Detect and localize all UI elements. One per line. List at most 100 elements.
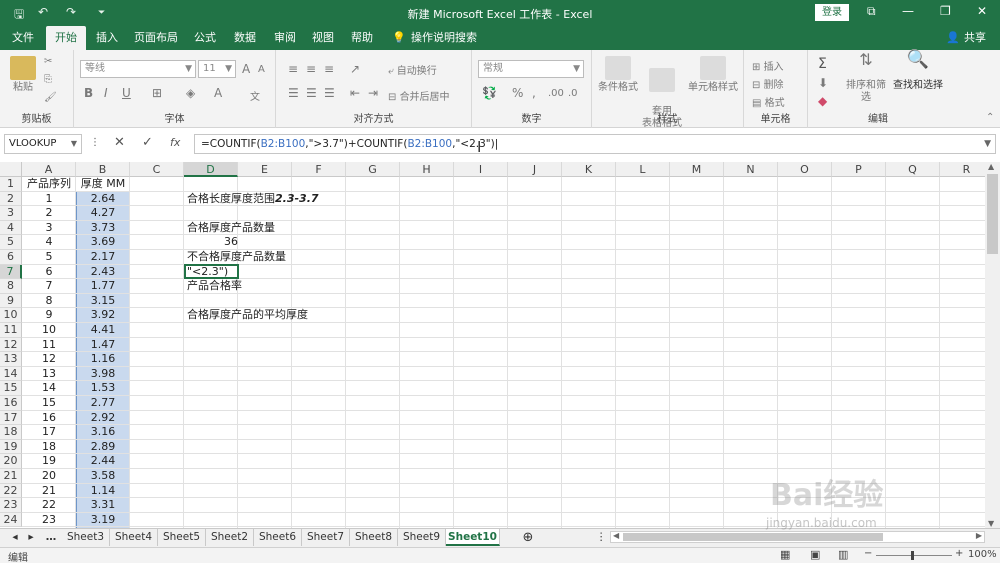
more-sheets-icon[interactable]: … — [42, 529, 60, 546]
column-header-m[interactable]: M — [670, 162, 724, 177]
cell-b23[interactable]: 3.31 — [76, 498, 130, 513]
row-header-23[interactable]: 23 — [0, 498, 22, 513]
cell-a13[interactable]: 12 — [23, 352, 75, 367]
fill-icon[interactable]: ⬇ — [818, 76, 828, 90]
sheet-tab-sheet6[interactable]: Sheet6 — [254, 529, 302, 546]
cell-b17[interactable]: 2.92 — [76, 411, 130, 426]
share-button[interactable]: 共享 — [960, 26, 990, 50]
cell-a20[interactable]: 19 — [23, 454, 75, 469]
cell-a17[interactable]: 16 — [23, 411, 75, 426]
column-header-d[interactable]: D — [184, 162, 238, 177]
cell-a11[interactable]: 10 — [23, 323, 75, 338]
cell-b12[interactable]: 1.47 — [76, 338, 130, 353]
cell-b8[interactable]: 1.77 — [76, 279, 130, 294]
cell-a8[interactable]: 7 — [23, 279, 75, 294]
wrap-text-button[interactable]: ⤶ 自动换行 — [388, 62, 437, 77]
sheet-tab-sheet8[interactable]: Sheet8 — [350, 529, 398, 546]
cell-d10[interactable]: 合格厚度产品的平均厚度 — [187, 308, 308, 323]
row-header-6[interactable]: 6 — [0, 250, 22, 265]
align-right-icon[interactable]: ☰ — [324, 86, 335, 100]
align-middle-icon[interactable]: ≡ — [306, 62, 316, 76]
borders-icon[interactable]: ⊞ — [152, 86, 162, 100]
zoom-in-icon[interactable]: + — [955, 548, 963, 559]
vertical-scroll-thumb[interactable] — [987, 174, 998, 254]
conditional-formatting-button[interactable]: 条件格式 — [596, 56, 640, 94]
cell-a12[interactable]: 11 — [23, 338, 75, 353]
cell-b5[interactable]: 3.69 — [76, 235, 130, 250]
sheet-tab-sheet7[interactable]: Sheet7 — [302, 529, 350, 546]
row-header-13[interactable]: 13 — [0, 352, 22, 367]
format-painter-icon[interactable]: 🖌 — [44, 92, 57, 103]
cell-a24[interactable]: 23 — [23, 513, 75, 528]
align-left-icon[interactable]: ☰ — [288, 86, 299, 100]
cell-d2[interactable]: 合格长度厚度范围2.3-3.7 — [187, 192, 319, 207]
cell-styles-button[interactable]: 单元格样式 — [686, 56, 740, 94]
insert-function-icon[interactable]: fx — [170, 136, 180, 149]
cell-d4[interactable]: 合格厚度产品数量 — [187, 221, 275, 236]
fill-color-icon[interactable]: ◈ — [186, 86, 195, 100]
cell-b7[interactable]: 2.43 — [76, 265, 130, 280]
tab-home[interactable]: 开始 — [46, 26, 86, 50]
normal-view-icon[interactable]: ▦ — [780, 548, 790, 561]
cell-b2[interactable]: 2.64 — [76, 192, 130, 207]
cell-b18[interactable]: 3.16 — [76, 425, 130, 440]
name-box[interactable]: VLOOKUP ▼ — [4, 134, 82, 154]
bold-button[interactable]: B — [84, 86, 93, 100]
phonetic-icon[interactable]: 文 — [250, 88, 260, 103]
column-header-l[interactable]: L — [616, 162, 670, 177]
cell-a2[interactable]: 1 — [23, 192, 75, 207]
login-button[interactable]: 登录 — [815, 4, 849, 21]
column-header-i[interactable]: I — [454, 162, 508, 177]
cell-b6[interactable]: 2.17 — [76, 250, 130, 265]
sheet-tab-sheet4[interactable]: Sheet4 — [110, 529, 158, 546]
tab-file[interactable]: 文件 — [6, 26, 40, 50]
comma-button[interactable]: , — [532, 86, 536, 100]
cell-d8[interactable]: 产品合格率 — [187, 279, 242, 294]
number-format-combo[interactable]: 常规 ▼ — [478, 60, 584, 78]
cell-b14[interactable]: 3.98 — [76, 367, 130, 382]
insert-cells-button[interactable]: ⊞ 插入 — [752, 58, 784, 73]
scroll-up-icon[interactable]: ▲ — [988, 162, 994, 171]
row-header-12[interactable]: 12 — [0, 337, 22, 353]
tab-page-layout[interactable]: 页面布局 — [130, 26, 182, 50]
cell-a9[interactable]: 8 — [23, 294, 75, 309]
currency-icon[interactable]: 💱 — [482, 86, 497, 100]
tab-help[interactable]: 帮助 — [345, 26, 379, 50]
column-header-p[interactable]: P — [832, 162, 886, 177]
cell-b13[interactable]: 1.16 — [76, 352, 130, 367]
row-header-15[interactable]: 15 — [0, 381, 22, 396]
cell-b9[interactable]: 3.15 — [76, 294, 130, 309]
scroll-right-icon[interactable]: ▶ — [976, 531, 982, 540]
row-header-5[interactable]: 5 — [0, 235, 22, 250]
cell-a18[interactable]: 17 — [23, 425, 75, 440]
underline-button[interactable]: U — [122, 86, 131, 100]
split-handle-icon[interactable]: ⋮ — [596, 529, 607, 546]
cell-a19[interactable]: 18 — [23, 440, 75, 455]
row-header-2[interactable]: 2 — [0, 191, 22, 207]
cell-a1[interactable]: 产品序列 — [23, 177, 75, 192]
expand-formula-icon[interactable]: ▼ — [984, 135, 991, 153]
cell-a5[interactable]: 4 — [23, 235, 75, 250]
merge-center-button[interactable]: ⊟ 合并后居中 — [388, 88, 450, 103]
cell-a21[interactable]: 20 — [23, 469, 75, 484]
align-center-icon[interactable]: ☰ — [306, 86, 317, 100]
row-header-18[interactable]: 18 — [0, 425, 22, 440]
cell-a14[interactable]: 13 — [23, 367, 75, 382]
find-select-button[interactable]: 🔍 查找和选择 — [892, 51, 944, 92]
cell-b20[interactable]: 2.44 — [76, 454, 130, 469]
cell-b4[interactable]: 3.73 — [76, 221, 130, 236]
row-header-1[interactable]: 1 — [0, 177, 22, 192]
tell-me-search[interactable]: 操作说明搜索 — [410, 26, 478, 50]
column-header-f[interactable]: F — [292, 162, 346, 177]
page-break-view-icon[interactable]: ▥ — [838, 548, 848, 561]
column-header-k[interactable]: K — [562, 162, 616, 177]
cell-b21[interactable]: 3.58 — [76, 469, 130, 484]
column-header-h[interactable]: H — [400, 162, 454, 177]
font-size-combo[interactable]: 11 ▼ — [198, 60, 236, 78]
zoom-slider[interactable] — [876, 555, 952, 556]
maximize-icon[interactable]: ❐ — [940, 4, 951, 18]
cell-d6[interactable]: 不合格厚度产品数量 — [187, 250, 286, 265]
prev-sheet-icon[interactable]: ◂ — [8, 529, 22, 546]
cell-b1[interactable]: 厚度 MM — [76, 177, 130, 192]
row-header-17[interactable]: 17 — [0, 410, 22, 426]
